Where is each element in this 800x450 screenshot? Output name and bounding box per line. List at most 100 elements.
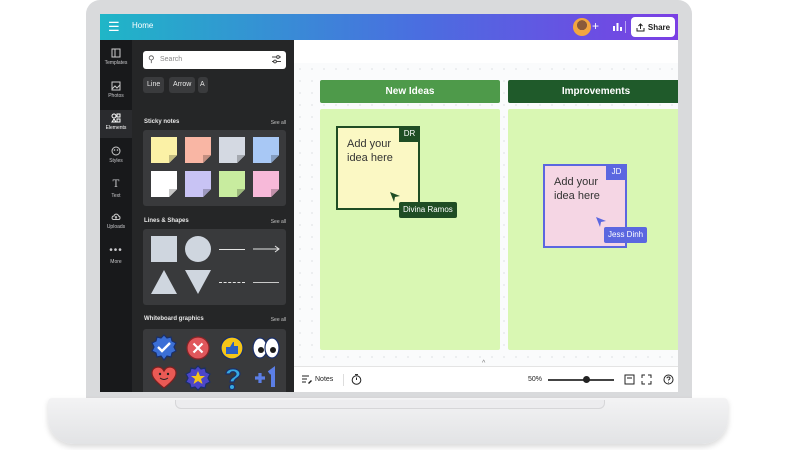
styles-icon: [111, 146, 121, 156]
zoom-slider[interactable]: [548, 379, 614, 381]
sticky-note-blue[interactable]: [253, 137, 279, 163]
chip-line[interactable]: Line: [143, 77, 165, 93]
zoom-slider-handle[interactable]: [583, 376, 590, 383]
section-title: Whiteboard graphics: [144, 316, 204, 322]
rail-label: Uploads: [106, 224, 126, 230]
rail-item-photos[interactable]: Photos: [100, 79, 132, 107]
zoom-level[interactable]: 50%: [528, 376, 542, 383]
sticky-note-salmon[interactable]: [185, 137, 211, 163]
chip-a[interactable]: A: [198, 77, 208, 93]
circle-shape[interactable]: [185, 236, 211, 262]
user-initials-badge: DR: [399, 126, 420, 142]
photos-icon: [111, 81, 121, 91]
see-all-link[interactable]: See all: [271, 219, 286, 225]
bottom-bar: ^ Notes 50%: [294, 360, 678, 392]
sticky-note-gray[interactable]: [219, 137, 245, 163]
uploads-icon: [111, 213, 121, 220]
cursor-icon: [596, 217, 606, 227]
triangle-shape[interactable]: [151, 270, 177, 294]
search-placeholder: Search: [160, 56, 183, 63]
timer-icon[interactable]: [351, 374, 362, 385]
chip-arrow[interactable]: Arrow: [169, 77, 196, 93]
arrow-line-shape[interactable]: [253, 244, 281, 254]
rail-label: Text: [111, 193, 121, 199]
shapes-grid: [143, 229, 286, 305]
whiteboard-graphics-grid: [143, 329, 286, 392]
share-icon: [636, 22, 645, 31]
plus-icon[interactable]: +: [592, 19, 599, 33]
canvas-header-strip: [294, 40, 678, 63]
insights-icon[interactable]: [612, 21, 623, 32]
see-all-link[interactable]: See all: [271, 317, 286, 323]
sticky-note-lavender[interactable]: [185, 171, 211, 197]
column-header-improvements[interactable]: Improvements: [508, 80, 678, 103]
elements-panel: ⚲ Search Line Arrow A Sticky notes See a…: [132, 40, 294, 392]
plus-one-icon[interactable]: [253, 365, 281, 391]
rail-label: Templates: [104, 60, 128, 66]
rail-item-templates[interactable]: Templates: [100, 46, 132, 74]
sticky-note-pink[interactable]: [253, 171, 279, 197]
rail-label: More: [110, 259, 122, 265]
avatar[interactable]: [573, 18, 591, 36]
more-icon: •••: [109, 245, 123, 256]
smiley-heart-icon[interactable]: [151, 366, 177, 390]
note-text[interactable]: Add your idea here: [554, 176, 600, 202]
x-circle-icon[interactable]: [185, 335, 211, 361]
search-icon: ⚲: [148, 54, 155, 64]
expand-pages-caret[interactable]: ^: [482, 360, 485, 367]
filter-icon[interactable]: [272, 55, 281, 64]
star-badge-icon[interactable]: [185, 365, 211, 391]
rail-label: Elements: [105, 125, 127, 131]
home-link[interactable]: Home: [132, 21, 153, 30]
user-initials-badge: JD: [606, 164, 627, 180]
rail-item-more[interactable]: ••• More: [100, 243, 132, 271]
thin-line-shape[interactable]: [253, 282, 279, 283]
menu-icon[interactable]: ☰: [108, 19, 120, 35]
app-window: ☰ Home + Share Templates Photos Elements…: [100, 14, 678, 392]
sticky-note-white[interactable]: [151, 171, 177, 197]
line-shape[interactable]: [219, 249, 245, 250]
page-view-icon[interactable]: [624, 374, 635, 385]
sticky-notes-grid: [143, 130, 286, 206]
help-icon[interactable]: [663, 374, 674, 385]
notes-icon: [302, 375, 312, 384]
sticky-note-yellow[interactable]: [151, 137, 177, 163]
share-label: Share: [647, 22, 671, 32]
section-title: Sticky notes: [144, 119, 180, 125]
rail-item-styles[interactable]: Styles: [100, 144, 132, 172]
note-text[interactable]: Add your idea here: [347, 138, 393, 164]
fullscreen-icon[interactable]: [641, 374, 652, 385]
text-icon: T: [112, 179, 120, 190]
elements-icon: [111, 113, 121, 123]
notes-label: Notes: [315, 376, 334, 383]
rail-item-text[interactable]: T Text: [100, 177, 132, 205]
side-rail: Templates Photos Elements Styles T Text …: [100, 40, 132, 392]
inverted-triangle-shape[interactable]: [185, 270, 211, 294]
section-title: Lines & Shapes: [144, 218, 189, 224]
eyes-icon[interactable]: [251, 335, 281, 361]
canvas[interactable]: New Ideas Improvements Add your idea her…: [294, 40, 678, 366]
rail-label: Styles: [109, 158, 123, 164]
see-all-link[interactable]: See all: [271, 120, 286, 126]
dashed-line-shape[interactable]: [219, 282, 245, 283]
rail-label: Photos: [108, 93, 124, 99]
cursor-icon: [390, 192, 400, 202]
sticky-note-dr[interactable]: Add your idea here DR: [336, 126, 420, 210]
top-bar: ☰ Home + Share: [100, 14, 678, 40]
divider: [625, 21, 626, 33]
share-button[interactable]: Share: [631, 17, 675, 37]
notes-button[interactable]: Notes: [302, 375, 333, 384]
square-shape[interactable]: [151, 236, 177, 262]
sticky-note-green[interactable]: [219, 171, 245, 197]
rail-item-uploads[interactable]: Uploads: [100, 210, 132, 238]
thumbs-up-icon[interactable]: [219, 335, 245, 361]
laptop-hinge: [175, 400, 605, 409]
check-badge-icon[interactable]: [150, 334, 178, 362]
templates-icon: [111, 48, 121, 58]
collaborator-label: Divina Ramos: [399, 202, 457, 218]
column-header-new-ideas[interactable]: New Ideas: [320, 80, 500, 103]
question-mark-icon[interactable]: [220, 365, 246, 392]
search-input[interactable]: ⚲ Search: [143, 51, 286, 69]
divider: [343, 374, 344, 386]
rail-item-elements[interactable]: Elements: [100, 110, 132, 138]
